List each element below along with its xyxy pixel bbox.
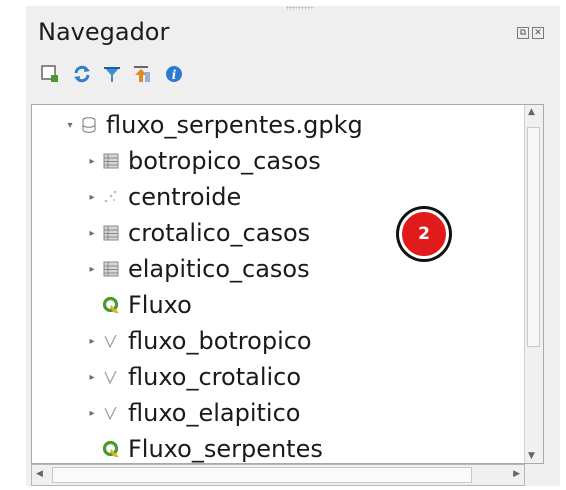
collapse-all-button[interactable]	[132, 64, 152, 84]
close-panel-button[interactable]: ✕	[532, 27, 544, 39]
tree-item[interactable]: Fluxo_serpentes	[84, 431, 323, 463]
qgis-project-icon	[100, 294, 122, 316]
tree-item[interactable]: ▸ centroide	[84, 179, 241, 215]
chevron-right-icon[interactable]: ▸	[84, 264, 100, 275]
point-layer-icon	[100, 186, 122, 208]
chevron-right-icon[interactable]: ▸	[84, 228, 100, 239]
drag-handle[interactable]	[286, 6, 314, 10]
tree-item[interactable]: ▸ botropico_casos	[84, 143, 321, 179]
tree-item[interactable]: ▸ crotalico_casos	[84, 215, 310, 251]
horizontal-scrollbar-thumb[interactable]	[52, 467, 472, 483]
browser-panel: Navegador ⧉ ✕ i ▾ fluxo_serpentes.gpkg ▸…	[26, 6, 560, 486]
svg-text:i: i	[172, 68, 177, 82]
add-selected-layers-button[interactable]	[40, 64, 60, 84]
scroll-down-arrow-icon[interactable]: ▼	[528, 451, 535, 461]
tree-item-label: botropico_casos	[128, 147, 321, 175]
tree-item-label: crotalico_casos	[128, 219, 311, 247]
line-layer-icon	[100, 366, 122, 388]
chevron-right-icon[interactable]: ▸	[84, 336, 100, 347]
tree-item-root[interactable]: ▾ fluxo_serpentes.gpkg	[62, 107, 363, 143]
line-layer-icon	[100, 402, 122, 424]
properties-info-icon: i	[166, 66, 182, 82]
chevron-right-icon[interactable]: ▸	[84, 372, 100, 383]
float-panel-button[interactable]: ⧉	[517, 27, 529, 39]
collapse-all-icon	[134, 66, 150, 82]
tree-item[interactable]: ▸ fluxo_elapitico	[84, 395, 300, 431]
tree-item[interactable]: Fluxo	[84, 287, 192, 323]
scroll-up-arrow-icon[interactable]: ▲	[528, 107, 535, 117]
table-icon	[100, 258, 122, 280]
annotation-badge-number: 2	[399, 209, 449, 259]
horizontal-scrollbar[interactable]: ◀ ▶	[31, 464, 525, 486]
chevron-right-icon[interactable]: ▸	[84, 408, 100, 419]
filter-icon	[104, 67, 120, 82]
tree-item[interactable]: ▸ fluxo_botropico	[84, 323, 312, 359]
scrollbar-corner	[525, 464, 544, 486]
close-icon: ✕	[534, 28, 542, 38]
tree-item-label: Fluxo_serpentes	[128, 435, 323, 463]
table-icon	[100, 150, 122, 172]
tree-item-label: fluxo_serpentes.gpkg	[106, 111, 363, 139]
tree-item[interactable]: ▸ fluxo_crotalico	[84, 359, 301, 395]
scroll-right-arrow-icon[interactable]: ▶	[513, 469, 520, 479]
tree-item-label: centroide	[128, 183, 242, 211]
qgis-project-icon	[100, 438, 122, 460]
vertical-scrollbar-thumb[interactable]	[527, 127, 540, 347]
properties-info-button[interactable]: i	[164, 64, 184, 84]
chevron-right-icon[interactable]: ▸	[84, 156, 100, 167]
chevron-down-icon[interactable]: ▾	[62, 120, 78, 131]
refresh-icon	[74, 65, 90, 83]
tree-item-label: Fluxo	[128, 291, 192, 319]
panel-title: Navegador	[38, 18, 170, 46]
filter-button[interactable]	[102, 64, 122, 84]
tree-item[interactable]: ▸ elapitico_casos	[84, 251, 310, 287]
tree-item-label: fluxo_elapitico	[128, 399, 301, 427]
add-selected-layers-icon	[41, 65, 58, 82]
tree-item-label: elapitico_casos	[128, 255, 310, 283]
float-icon: ⧉	[519, 28, 527, 38]
refresh-button[interactable]	[72, 64, 92, 84]
vertical-scrollbar[interactable]: ▲ ▼	[524, 105, 543, 463]
browser-tree[interactable]: ▾ fluxo_serpentes.gpkg ▸ botropico_casos…	[31, 104, 544, 464]
tree-item-label: fluxo_botropico	[128, 327, 312, 355]
annotation-badge: 2	[396, 206, 452, 262]
chevron-right-icon[interactable]: ▸	[84, 192, 100, 203]
scroll-left-arrow-icon[interactable]: ◀	[36, 469, 43, 479]
tree-item-label: fluxo_crotalico	[128, 363, 302, 391]
line-layer-icon	[100, 330, 122, 352]
database-icon	[78, 114, 100, 136]
table-icon	[100, 222, 122, 244]
